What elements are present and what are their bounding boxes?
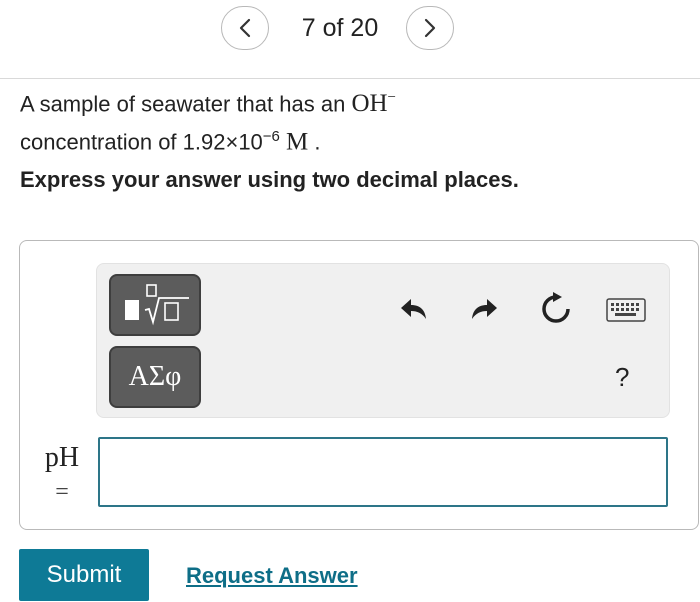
ion-charge: − <box>387 90 397 106</box>
answer-area: ΑΣφ ? pH = <box>19 240 699 530</box>
chevron-left-icon <box>239 18 251 38</box>
submit-button[interactable]: Submit <box>19 549 149 601</box>
concentration-exponent: −6 <box>262 128 280 146</box>
templates-icon <box>125 284 189 326</box>
question-navigation: 7 of 20 <box>0 0 700 79</box>
reset-icon <box>542 292 570 323</box>
previous-question-button[interactable] <box>221 6 269 50</box>
question-part1: A sample of seawater that has an <box>20 91 346 117</box>
chevron-right-icon <box>424 18 436 38</box>
undo-icon <box>401 299 426 319</box>
reset-button[interactable] <box>537 290 575 328</box>
templates-button[interactable] <box>109 274 201 336</box>
answer-instructions: Express your answer using two decimal pl… <box>20 167 519 192</box>
answer-label: pH <box>44 442 80 473</box>
answer-input[interactable] <box>98 437 668 507</box>
keyboard-icon <box>606 298 646 322</box>
request-answer-link[interactable]: Request Answer <box>186 563 358 589</box>
question-end: . <box>314 129 321 155</box>
ion-formula: OH <box>351 90 388 118</box>
equals-sign: = <box>55 479 69 505</box>
question-text: A sample of seawater that has an OH− con… <box>20 82 396 159</box>
hydroxide-ion: OH− <box>351 90 396 117</box>
question-counter: 7 of 20 <box>301 14 379 42</box>
math-toolbar: ΑΣφ ? <box>96 263 670 418</box>
concentration-unit: M <box>286 128 309 156</box>
redo-button[interactable] <box>467 292 501 326</box>
next-question-button[interactable] <box>406 6 454 50</box>
help-button[interactable]: ? <box>615 362 629 393</box>
undo-button[interactable] <box>397 292 431 326</box>
redo-icon <box>472 299 497 319</box>
keyboard-button[interactable] <box>605 296 647 324</box>
question-part2: concentration of 1.92×10 <box>20 129 263 155</box>
symbols-button[interactable]: ΑΣφ <box>109 346 201 408</box>
